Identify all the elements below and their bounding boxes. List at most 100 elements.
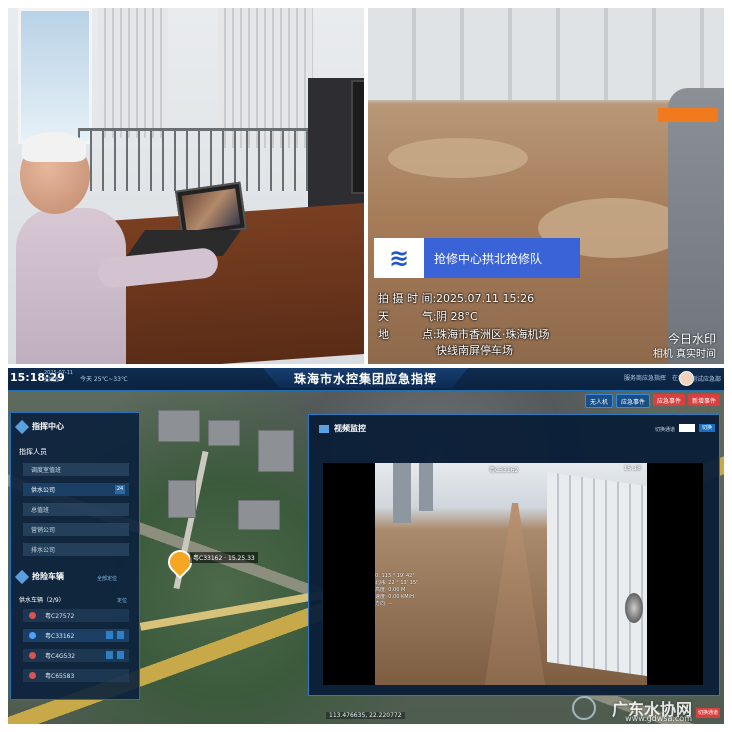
emergency-event-alert-button[interactable]: 应急事件 (652, 394, 685, 406)
switch-channel-tag[interactable]: 切换通道 (696, 708, 720, 718)
map-building (208, 420, 240, 446)
cube-icon (14, 419, 30, 434)
vehicle-plate: 粤C33162 (45, 633, 75, 640)
watermark-card: ≋ 抢修中心拱北抢修队 拍 摄 时 间:2025.07.11 15:26 天 气… (374, 238, 580, 358)
command-dashboard: 15:18:29 2025-07-11 星期五 今天 25℃~33℃ 珠海市水控集… (8, 368, 724, 724)
vehicles-title: 抢险车辆 (14, 569, 64, 584)
location-line2: 快线南屏停车场 (436, 344, 513, 357)
site-fence (368, 8, 724, 100)
office-photo (8, 8, 364, 364)
switch-channel-button[interactable]: 切换 (699, 424, 715, 432)
window (18, 8, 92, 144)
video-icon[interactable] (106, 631, 113, 639)
personnel-item[interactable]: 营销公司 (23, 523, 129, 536)
watermark-location-row: 地 点:珠海市香洲区·珠海机场 (378, 326, 550, 342)
video-osd: 0: 113 ° 19' 42" 北纬: 22 ° 13' 15" 高度: 0.… (375, 573, 418, 608)
weather-value: 阴 28°C (436, 310, 478, 323)
status-dot-icon (29, 612, 36, 619)
personnel-item[interactable]: 调度室值班 (23, 463, 129, 476)
video-track (485, 503, 545, 685)
watermark-time-row: 拍 摄 时 间:2025.07.11 15:26 (378, 290, 534, 306)
status-dot-icon (29, 672, 36, 679)
footer-url: www.gdwsa.com (625, 714, 692, 723)
personnel-item-label: 总值班 (31, 507, 50, 514)
emergency-event-button[interactable]: 应急事件 (615, 394, 650, 408)
locate-all-link[interactable]: 全部定位 (97, 575, 117, 582)
mud-puddle (388, 138, 528, 178)
osd-line: 方向: -- (375, 601, 392, 607)
add-event-button[interactable]: 新增事件 (687, 394, 720, 406)
video-monitor-panel: 视频监控 切换通道 切换 粤C33162 15:18 0: 113 ° 19' … (308, 414, 720, 696)
osd-line: 0: 113 ° 19' 42" (375, 573, 415, 579)
worker (668, 88, 724, 364)
video-header: 粤C33162 15:18 (375, 463, 647, 474)
system-title: 珠海市水控集团应急指挥 (263, 368, 468, 388)
video-fence (547, 471, 647, 677)
vehicle-plate: 粤C4G532 (45, 653, 76, 660)
weekday: 星期五 (44, 377, 60, 383)
osd-line: 北纬: 22 ° 13' 15" (375, 580, 419, 586)
worker-reflective-stripe (658, 108, 718, 122)
vehicle-row-selected[interactable]: 粤C33162 (23, 629, 129, 642)
locate-icon[interactable] (117, 651, 124, 659)
vehicle-plate: 粤C27572 (45, 613, 75, 620)
watermark-weather-row: 天 气:阴 28°C (378, 308, 478, 324)
video-title: 视频监控 (319, 423, 366, 434)
monitor (351, 80, 364, 194)
personnel-item[interactable]: 排水公司 (23, 543, 129, 556)
personnel-item-label: 排水公司 (31, 547, 56, 554)
cube-icon (14, 569, 30, 584)
status-dot-icon (29, 652, 36, 659)
video-frame: 粤C33162 15:18 0: 113 ° 19' 42" 北纬: 22 ° … (375, 463, 647, 685)
date-value: 2025-07-11 (44, 370, 74, 376)
weather-info: 今天 25℃~33℃ (80, 376, 128, 383)
map-building (158, 410, 200, 442)
personnel-item-selected[interactable]: 供水公司 24 (23, 483, 129, 496)
drone-button[interactable]: 无人机 (584, 394, 613, 408)
location-label: 地 点: (378, 328, 437, 341)
personnel-item-label: 调度室值班 (31, 467, 62, 474)
osd-line: 速度: 0.00 KM/H (375, 594, 415, 600)
window-blinds-right (218, 8, 313, 148)
video-title-label: 视频监控 (334, 424, 366, 433)
map-building (168, 480, 196, 518)
command-center-label: 指挥中心 (32, 422, 64, 431)
top-bar: 15:18:29 2025-07-11 星期五 今天 25℃~33℃ 珠海市水控集… (8, 368, 724, 391)
map-building (258, 430, 294, 472)
water-logo-icon: ≋ (374, 238, 424, 278)
personnel-item-label: 供水公司 (31, 487, 56, 494)
vehicle-plate: 粤C65583 (45, 673, 75, 680)
balcony-rail (78, 128, 318, 191)
map-building (238, 500, 280, 530)
watermark-team: 抢修中心拱北抢修队 (434, 251, 543, 266)
video-player[interactable]: 粤C33162 15:18 0: 113 ° 19' 42" 北纬: 22 ° … (323, 463, 703, 685)
vehicle-row[interactable]: 粤C65583 (23, 669, 129, 682)
vehicle-row[interactable]: 粤C4G532 (23, 649, 129, 662)
personnel-item-label: 营销公司 (31, 527, 56, 534)
command-center-title: 指挥中心 (14, 419, 64, 434)
count-badge: 24 (115, 485, 125, 494)
locate-icon[interactable] (117, 631, 124, 639)
map-coordinates: 113.476635, 22.220772 (326, 712, 405, 719)
vehicles-label: 抢险车辆 (32, 572, 64, 581)
video-time: 15:18 (623, 465, 641, 472)
shot-time-value: 2025.07.11 15:26 (436, 292, 535, 305)
vehicle-marker-label: 粤C33162 · 15.25.33 (190, 552, 258, 563)
watermark-header: ≋ 抢修中心拱北抢修队 (374, 238, 580, 278)
association-logo-icon (572, 696, 596, 720)
locate-link[interactable]: 定位 (117, 597, 127, 604)
laptop-screen (181, 188, 241, 232)
personnel-label: 指挥人员 (19, 448, 47, 456)
location-line1: 珠海市香洲区·珠海机场 (436, 328, 550, 341)
channel-select[interactable] (679, 424, 695, 432)
map-toolbar: 无人机 应急事件 应急事件 新增事件 (584, 394, 720, 408)
personnel-item[interactable]: 总值班 (23, 503, 129, 516)
person-hair (22, 132, 86, 162)
user-name[interactable]: 测试应急部 (691, 374, 721, 383)
watermark-app-sub: 相机 真实时间 (652, 349, 716, 360)
channel-label: 切换通道 (654, 427, 675, 433)
video-icon[interactable] (106, 651, 113, 659)
osd-line: 高度: 0.00 M (375, 587, 406, 593)
vehicle-row[interactable]: 粤C27572 (23, 609, 129, 622)
shot-time-label: 拍 摄 时 间: (378, 292, 437, 305)
